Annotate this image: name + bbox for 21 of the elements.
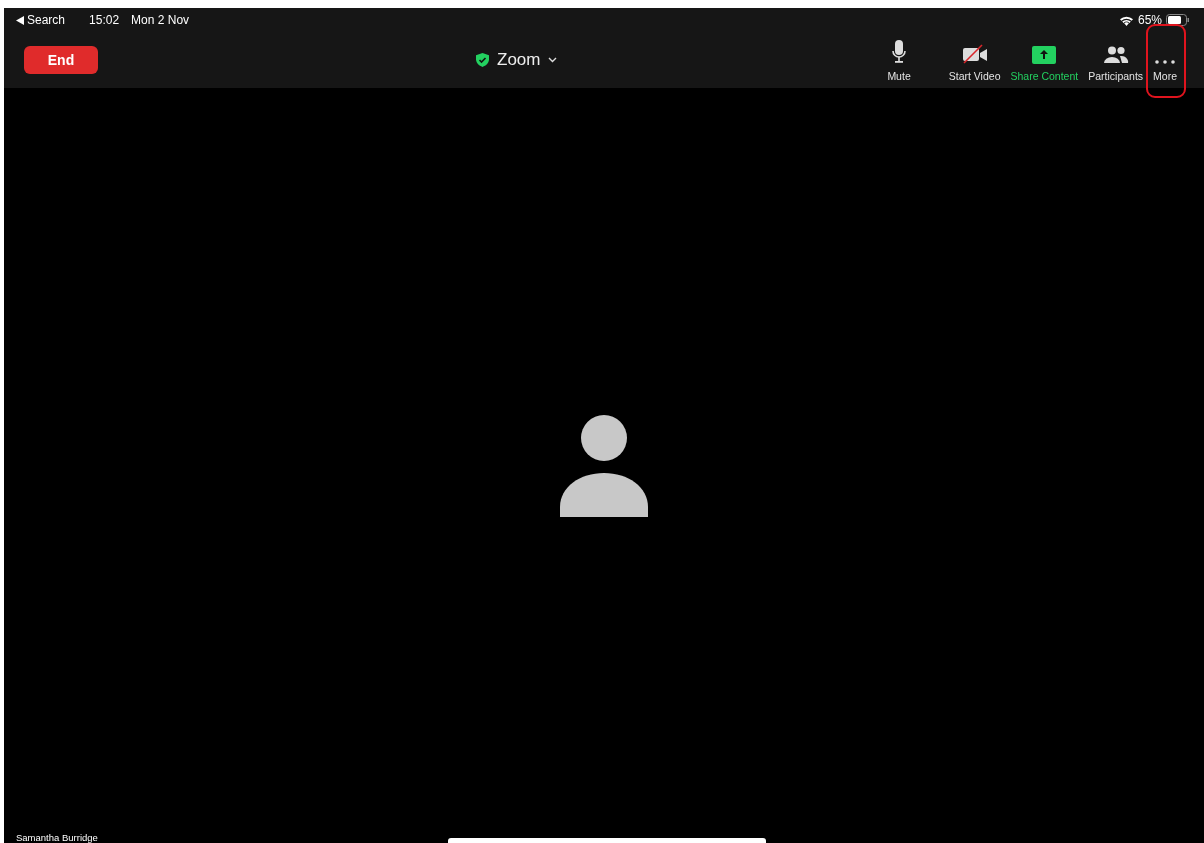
back-triangle-icon [16, 15, 24, 25]
video-button[interactable]: Start Video [945, 38, 1004, 82]
participants-button[interactable]: Participants [1085, 38, 1147, 82]
more-icon [1155, 60, 1176, 64]
participant-name: Samantha Burridge [16, 832, 98, 843]
wifi-icon [1118, 14, 1134, 26]
back-link[interactable]: Search [16, 13, 78, 27]
mic-button[interactable]: Mute [884, 38, 914, 82]
clock-time: 15:02 [89, 13, 120, 27]
person-silhouette-icon [560, 414, 648, 517]
more-button[interactable]: More [1150, 38, 1180, 82]
people-icon [1102, 46, 1129, 64]
share-button[interactable]: Share Content [1007, 38, 1082, 82]
chevron-down-icon[interactable] [548, 57, 558, 63]
video-camera-off-icon [961, 44, 988, 64]
meeting-title[interactable]: Zoom [497, 50, 541, 70]
battery-icon [1166, 14, 1190, 26]
end-button[interactable]: End [24, 46, 98, 74]
microphone-icon [892, 40, 907, 64]
battery-percentage: 65% [1137, 13, 1162, 27]
date: Mon 2 Nov [131, 13, 190, 27]
